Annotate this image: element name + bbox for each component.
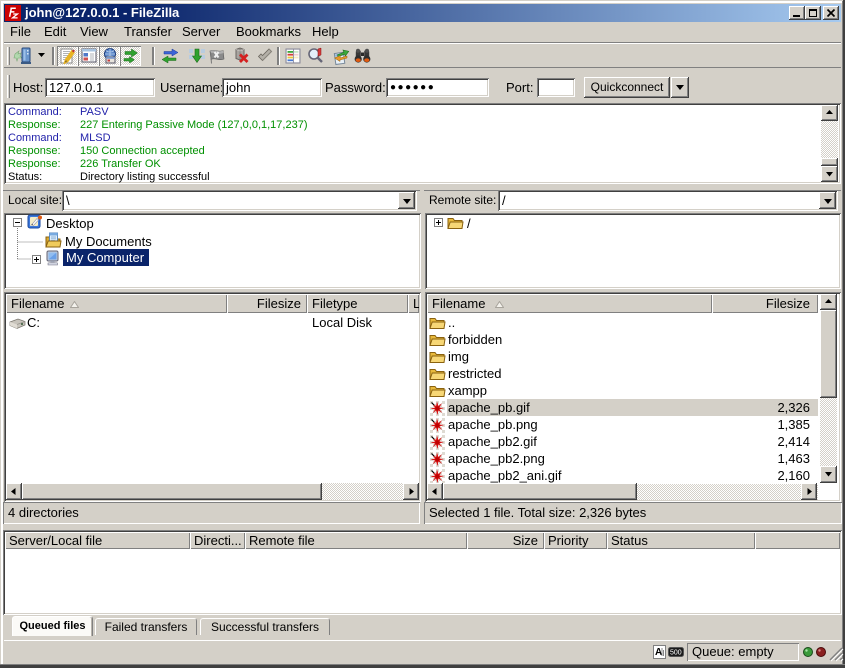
svg-text:A: A bbox=[655, 647, 662, 658]
svg-text:500: 500 bbox=[670, 650, 682, 657]
